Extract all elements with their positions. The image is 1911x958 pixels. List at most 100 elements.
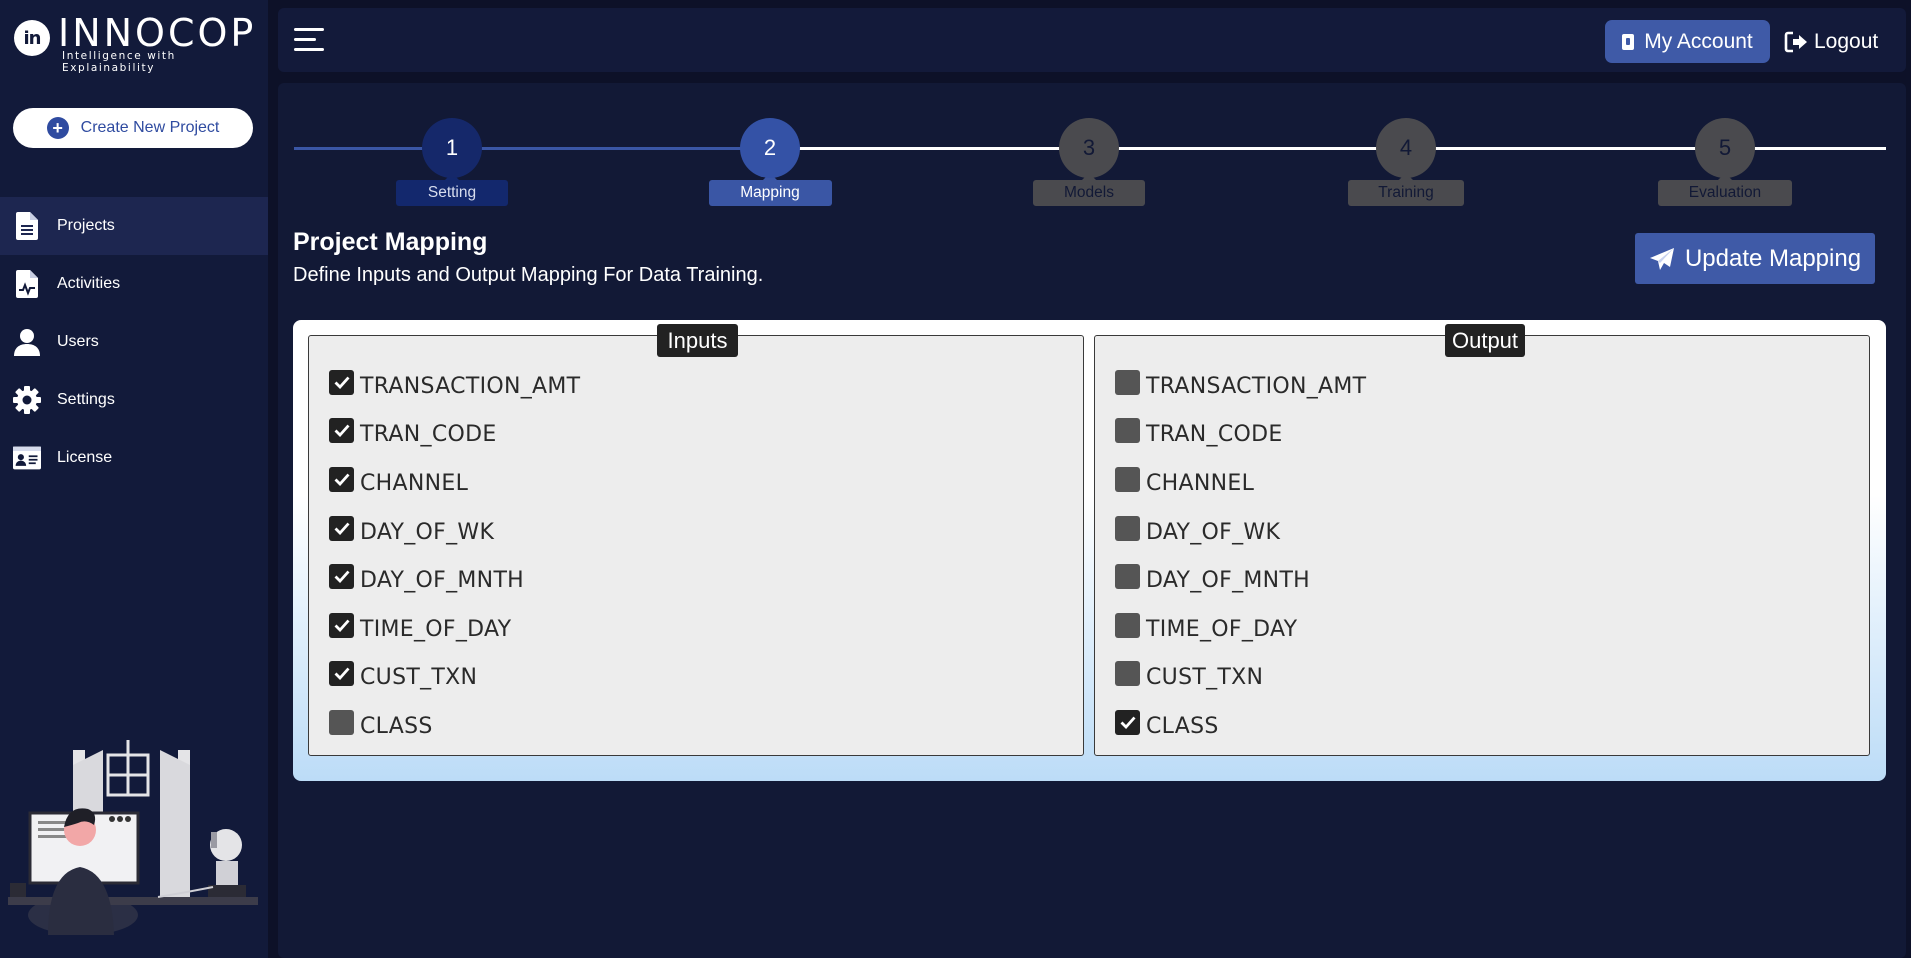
- output-option-tran-code[interactable]: TRAN_CODE: [1115, 411, 1366, 460]
- inputs-option-day-of-wk[interactable]: DAY_OF_WK: [329, 508, 580, 557]
- output-option-transaction-amt[interactable]: TRANSACTION_AMT: [1115, 362, 1366, 411]
- user-icon: [13, 327, 41, 357]
- checkbox-checked[interactable]: [329, 369, 354, 395]
- gear-icon: [13, 385, 41, 415]
- logout-label: Logout: [1814, 29, 1879, 53]
- page-title: Project Mapping: [293, 228, 488, 256]
- inputs-option-channel[interactable]: CHANNEL: [329, 459, 580, 508]
- output-list: TRANSACTION_AMT TRAN_CODE CHANNEL DAY_OF_WK…: [1115, 362, 1366, 751]
- brand-logo[interactable]: in INNOCOP Intelligence with Explainabil…: [14, 12, 254, 74]
- check-icon: [334, 376, 350, 389]
- step-evaluation[interactable]: 5 Evaluation: [1655, 101, 1795, 206]
- check-icon: [334, 424, 350, 438]
- step-label: Setting: [396, 173, 508, 206]
- output-option-cust-txn[interactable]: CUST_TXN: [1115, 654, 1366, 703]
- progress-stepper: 1 Setting 2 Mapping 3 Models 4 Training …: [294, 101, 1886, 211]
- sidebar-item-license[interactable]: License: [0, 429, 268, 487]
- update-mapping-label: Update Mapping: [1684, 244, 1862, 272]
- output-option-class[interactable]: CLASS: [1115, 702, 1366, 751]
- option-label: TRAN_CODE: [1146, 422, 1283, 448]
- option-label: CUST_TXN: [1146, 665, 1264, 691]
- step-setting[interactable]: 1 Setting: [382, 101, 522, 206]
- inputs-legend: Inputs: [657, 324, 738, 357]
- check-icon: [334, 619, 350, 632]
- checkbox-unchecked[interactable]: [329, 709, 354, 735]
- document-icon: [13, 211, 41, 241]
- mapping-panel: Inputs TRANSACTION_AMT TRAN_CODE CHANNEL DA…: [293, 320, 1886, 781]
- update-mapping-button[interactable]: Update Mapping: [1635, 233, 1875, 284]
- activity-file-icon: [13, 269, 41, 299]
- check-icon: [334, 473, 350, 486]
- sidebar-item-label: License: [57, 449, 113, 466]
- step-mapping[interactable]: 2 Mapping: [700, 101, 840, 206]
- option-label: TIME_OF_DAY: [360, 616, 512, 642]
- checkbox-unchecked[interactable]: [1115, 418, 1140, 444]
- checkbox-unchecked[interactable]: [1115, 564, 1140, 590]
- inputs-option-time-of-day[interactable]: TIME_OF_DAY: [329, 605, 580, 654]
- checkbox-checked[interactable]: [329, 515, 354, 541]
- checkbox-checked[interactable]: [329, 661, 354, 687]
- step-number: 2: [740, 118, 800, 178]
- checkbox-checked[interactable]: [1115, 709, 1140, 735]
- sidebar-item-projects[interactable]: Projects: [0, 197, 268, 255]
- logo-mark-icon: in: [14, 20, 50, 56]
- step-training[interactable]: 4 Training: [1336, 101, 1476, 206]
- inputs-list: TRANSACTION_AMT TRAN_CODE CHANNEL DAY_OF_WK…: [329, 362, 580, 751]
- workspace-illustration: [8, 735, 263, 940]
- sidebar-item-label: Activities: [57, 275, 121, 292]
- checkbox-checked[interactable]: [329, 612, 354, 638]
- checkbox-checked[interactable]: [329, 466, 354, 492]
- sidebar-item-activities[interactable]: Activities: [0, 255, 268, 313]
- logout-button[interactable]: Logout: [1784, 20, 1878, 63]
- option-label: TIME_OF_DAY: [1146, 616, 1298, 642]
- inputs-option-transaction-amt[interactable]: TRANSACTION_AMT: [329, 362, 580, 411]
- sidebar-item-users[interactable]: Users: [0, 313, 268, 371]
- option-label: CHANNEL: [360, 470, 469, 496]
- step-label: Mapping: [708, 173, 832, 206]
- step-label: Training: [1348, 173, 1464, 206]
- inputs-option-cust-txn[interactable]: CUST_TXN: [329, 654, 580, 703]
- option-label: TRAN_CODE: [360, 422, 497, 448]
- sidebar-item-settings[interactable]: Settings: [0, 371, 268, 429]
- sidebar: in INNOCOP Intelligence with Explainabil…: [0, 0, 268, 958]
- checkbox-unchecked[interactable]: [1115, 661, 1140, 687]
- output-option-day-of-mnth[interactable]: DAY_OF_MNTH: [1115, 556, 1366, 605]
- checkbox-checked[interactable]: [329, 564, 354, 590]
- plus-icon: +: [46, 117, 69, 139]
- inputs-option-tran-code[interactable]: TRAN_CODE: [329, 411, 580, 460]
- step-number: 4: [1376, 118, 1436, 178]
- checkbox-checked[interactable]: [329, 418, 354, 444]
- main-content: 1 Setting 2 Mapping 3 Models 4 Training …: [278, 83, 1906, 958]
- check-icon: [1120, 716, 1136, 729]
- check-icon: [334, 570, 350, 584]
- option-label: DAY_OF_MNTH: [360, 568, 525, 594]
- step-models[interactable]: 3 Models: [1019, 101, 1159, 206]
- output-option-time-of-day[interactable]: TIME_OF_DAY: [1115, 605, 1366, 654]
- option-label: DAY_OF_MNTH: [1146, 568, 1311, 594]
- my-account-button[interactable]: My Account: [1605, 20, 1770, 63]
- inputs-fieldset: Inputs TRANSACTION_AMT TRAN_CODE CHANNEL DA…: [308, 324, 1084, 756]
- output-legend: Output: [1445, 324, 1525, 357]
- option-label: TRANSACTION_AMT: [1146, 373, 1367, 399]
- checkbox-unchecked[interactable]: [1115, 515, 1140, 541]
- id-card-icon: [13, 443, 41, 473]
- sidebar-item-label: Settings: [57, 391, 115, 408]
- step-label: Models: [1033, 173, 1145, 206]
- sidebar-item-label: Users: [57, 333, 99, 350]
- output-fieldset: Output TRANSACTION_AMT TRAN_CODE CHANNEL DA…: [1094, 324, 1870, 756]
- output-option-channel[interactable]: CHANNEL: [1115, 459, 1366, 508]
- option-label: CHANNEL: [1146, 470, 1255, 496]
- checkbox-unchecked[interactable]: [1115, 369, 1140, 395]
- inputs-option-day-of-mnth[interactable]: DAY_OF_MNTH: [329, 556, 580, 605]
- checkbox-unchecked[interactable]: [1115, 466, 1140, 492]
- output-option-day-of-wk[interactable]: DAY_OF_WK: [1115, 508, 1366, 557]
- create-new-project-button[interactable]: + Create New Project: [13, 108, 253, 148]
- step-label: Evaluation: [1658, 173, 1792, 206]
- inputs-option-class[interactable]: CLASS: [329, 702, 580, 751]
- create-new-project-label: Create New Project: [80, 119, 220, 136]
- checkbox-unchecked[interactable]: [1115, 612, 1140, 638]
- option-label: CLASS: [1146, 713, 1219, 739]
- menu-toggle-icon[interactable]: [294, 28, 326, 54]
- step-number: 1: [422, 118, 482, 178]
- account-badge-icon: [1622, 33, 1635, 50]
